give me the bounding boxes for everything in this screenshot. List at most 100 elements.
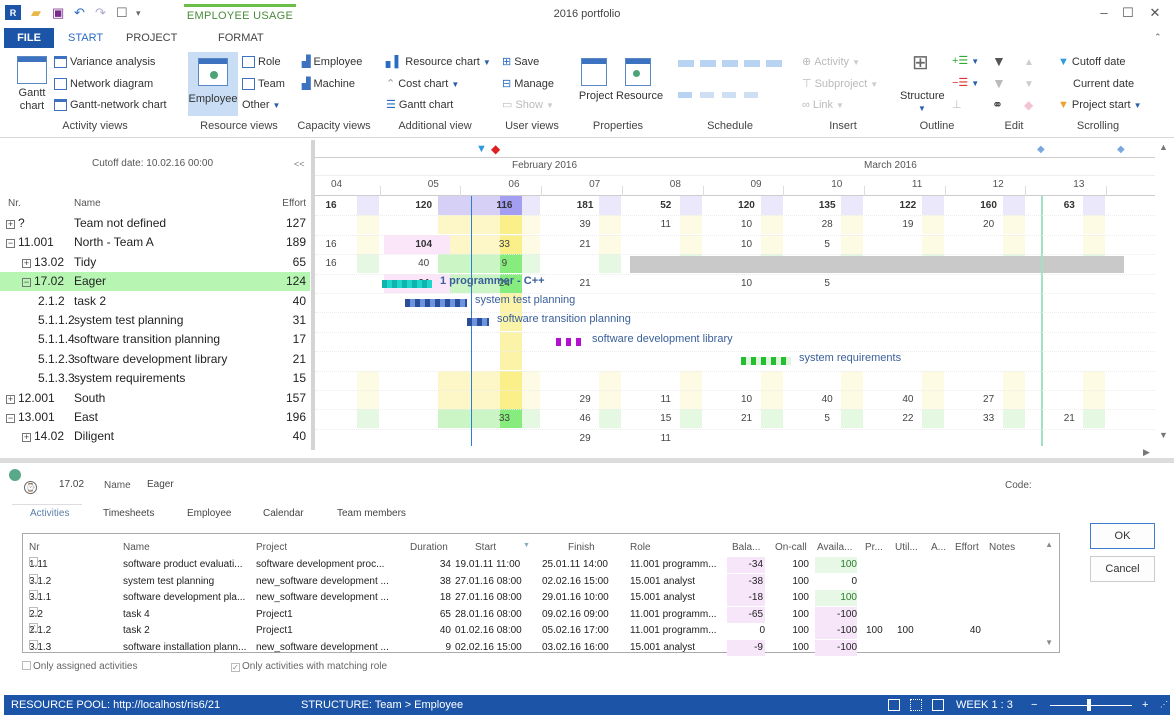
other-view-dropdown[interactable]: Other ▼ <box>242 98 280 113</box>
column-header[interactable]: Start <box>475 542 496 553</box>
checkbox-icon[interactable] <box>29 606 38 616</box>
column-header[interactable]: On-call <box>775 542 807 553</box>
insert-subproject-dropdown[interactable]: ⊤ Subproject ▼ <box>802 77 878 92</box>
clear-filter-button[interactable]: ▼ <box>992 76 1006 90</box>
progress-75-button[interactable] <box>744 60 760 67</box>
tree-row[interactable]: 5.1.2.3 software development library 21 <box>0 350 310 369</box>
collapse-icon[interactable]: − <box>6 414 15 423</box>
tree-row[interactable]: 2.1.2 task 2 40 <box>0 292 310 311</box>
interrupt-icon[interactable] <box>722 92 736 98</box>
variance-analysis-button[interactable]: Variance analysis <box>54 55 155 69</box>
column-header-effort[interactable]: Effort <box>282 198 306 209</box>
move-up-button[interactable]: ▲ <box>1024 56 1034 70</box>
collapse-icon[interactable]: − <box>22 278 31 288</box>
insert-link-dropdown[interactable]: ∞ Link ▼ <box>802 98 844 113</box>
milestone-marker-icon[interactable]: ◆ <box>1117 144 1125 155</box>
column-header[interactable]: Nr <box>29 542 40 553</box>
tab-format[interactable]: FORMAT <box>218 28 264 48</box>
gantt-bar[interactable] <box>382 279 432 288</box>
gantt-bar[interactable] <box>467 318 489 327</box>
tree-row[interactable]: 5.1.3.3 system requirements 15 <box>0 369 310 388</box>
tab-start[interactable]: START <box>68 28 103 48</box>
collapse-icon[interactable]: − <box>6 239 15 249</box>
maximize-button[interactable]: ☐ <box>1116 4 1140 22</box>
scroll-right-icon[interactable]: ▶ <box>1143 447 1150 458</box>
tree-row[interactable]: −13.001 East 196 <box>0 408 310 427</box>
link-bars-icon[interactable] <box>744 92 758 98</box>
scroll-up-icon[interactable]: ▲ <box>1045 540 1053 549</box>
ok-button[interactable]: OK <box>1090 523 1155 549</box>
tab-team-members[interactable]: Team members <box>337 508 406 519</box>
collapse-pane-button[interactable]: << <box>294 159 305 169</box>
tree-row[interactable]: +14.02 Diligent 40 <box>0 427 310 446</box>
tab-timesheets[interactable]: Timesheets <box>103 508 154 519</box>
tree-row[interactable]: +12.001 South 157 <box>0 389 310 408</box>
scroll-cutoff-date-button[interactable]: ▼ Cutoff date <box>1058 55 1126 69</box>
tab-activities[interactable]: Activities <box>30 508 69 519</box>
progress-100-button[interactable] <box>766 60 782 67</box>
column-header[interactable]: Notes <box>989 542 1015 553</box>
vertical-scrollbar[interactable]: ▲ ▼ <box>1155 140 1174 446</box>
column-header[interactable]: Finish <box>568 542 595 553</box>
column-header[interactable]: Bala... <box>732 542 760 553</box>
expand-icon[interactable]: + <box>22 433 31 443</box>
sort-desc-icon[interactable]: ▼ <box>523 542 530 549</box>
save-view-button[interactable]: ⊞ Save <box>502 55 539 69</box>
team-view-button[interactable]: Team <box>242 77 285 91</box>
add-level-button[interactable]: ⊥ <box>952 98 962 112</box>
tree-row[interactable]: −17.02 Eager 124 <box>0 272 310 292</box>
view-layout-icon[interactable] <box>888 699 900 711</box>
zoom-in-button[interactable]: + <box>1142 695 1148 715</box>
scroll-down-icon[interactable]: ▼ <box>1045 638 1053 647</box>
table-row[interactable]: 3.1.2 system test planning new_software de… <box>23 573 1043 590</box>
current-date-marker-icon[interactable]: ◆ <box>491 142 500 156</box>
table-row[interactable]: 3.1.1 software development pla... new_soft… <box>23 590 1043 606</box>
column-header[interactable]: A... <box>931 542 946 553</box>
outdent-button[interactable]: −☰ ▼ <box>952 76 979 91</box>
network-diagram-button[interactable]: Network diagram <box>54 77 153 91</box>
split-icon[interactable] <box>700 92 714 98</box>
context-tab-employee-usage[interactable]: EMPLOYEE USAGE <box>184 4 296 26</box>
tab-calendar[interactable]: Calendar <box>263 508 304 519</box>
table-row[interactable]: ✓ 2.1.2 task 2 Project1 40 01.02.16 08:00 05.0… <box>23 623 1043 639</box>
move-down-button[interactable]: ▼ <box>1024 78 1034 92</box>
view-grid-icon[interactable] <box>910 699 922 711</box>
table-row[interactable]: 2.2 task 4 Project1 65 28.01.16 08:00 09.02.1… <box>23 606 1043 623</box>
cutoff-date-marker-icon[interactable]: ▼ <box>476 143 487 155</box>
tree-row[interactable]: 5.1.1.2 system test planning 31 <box>0 311 310 330</box>
scroll-down-icon[interactable]: ▼ <box>1159 430 1168 440</box>
tree-row[interactable]: +13.02 Tidy 65 <box>0 253 310 272</box>
checkbox-icon[interactable] <box>29 590 38 599</box>
expand-icon[interactable]: + <box>6 220 15 229</box>
tab-file[interactable]: FILE <box>4 28 54 48</box>
column-header-nr[interactable]: Nr. <box>8 198 21 209</box>
table-row[interactable]: 3.1.3 software installation plann... new_s… <box>23 639 1043 656</box>
checkbox-checked-icon[interactable]: ✓ <box>29 623 38 632</box>
tree-row[interactable]: −11.001 North - Team A 189 <box>0 233 310 252</box>
column-header[interactable]: Name <box>123 542 150 553</box>
gantt-chart-button[interactable]: Gantt chart <box>14 56 50 116</box>
expand-icon[interactable]: + <box>22 258 31 268</box>
column-header[interactable]: Availa... <box>817 542 852 553</box>
show-view-dropdown[interactable]: ▭ Show ▼ <box>502 98 554 113</box>
progress-25-button[interactable] <box>700 60 716 67</box>
only-matching-role-checkbox[interactable]: ✓ Only activities with matching role <box>231 661 387 672</box>
zoom-slider-track[interactable] <box>1050 705 1132 706</box>
column-header[interactable]: Effort <box>955 542 979 553</box>
collapse-ribbon-icon[interactable]: ⌃ <box>1154 32 1162 43</box>
gantt-network-chart-button[interactable]: Gantt-network chart <box>54 98 167 112</box>
filter-button[interactable]: ▼ <box>992 54 1006 68</box>
tree-row[interactable]: +? Team not defined 127 <box>0 214 310 233</box>
employee-view-button[interactable]: Employee <box>188 52 238 116</box>
cancel-button[interactable]: Cancel <box>1090 556 1155 582</box>
structure-dropdown[interactable]: ⊞ Structure ▼ <box>900 53 945 118</box>
resource-properties-button[interactable]: Resource <box>616 56 663 116</box>
project-properties-button[interactable]: Project <box>576 56 616 116</box>
close-button[interactable]: ✕ <box>1143 4 1167 22</box>
zoom-out-button[interactable]: − <box>1031 695 1037 715</box>
tab-project[interactable]: PROJECT <box>126 28 177 48</box>
capacity-machine-button[interactable]: ▟ Machine <box>302 77 355 91</box>
manage-views-button[interactable]: ⊟ Manage <box>502 77 554 91</box>
progress-0-button[interactable] <box>678 60 694 67</box>
find-button[interactable]: ⚭ <box>992 98 1003 112</box>
